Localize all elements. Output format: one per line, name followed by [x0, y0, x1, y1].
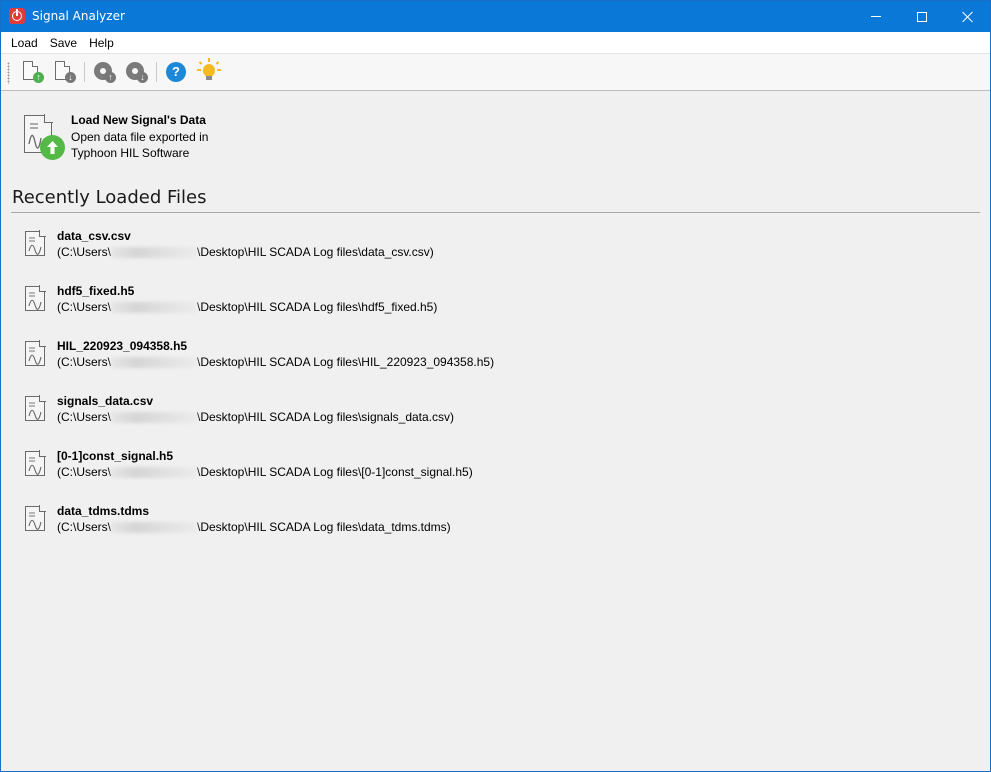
file-name: hdf5_fixed.h5: [57, 284, 135, 298]
load-new-signal-button[interactable]: Load New Signal's Data Open data file ex…: [21, 113, 251, 163]
window-title: Signal Analyzer: [32, 9, 125, 23]
save-settings-button[interactable]: ↓: [124, 60, 148, 84]
toolbar-separator: [156, 62, 157, 82]
redacted-username: [111, 302, 197, 313]
file-path-suffix: \Desktop\HIL SCADA Log files\data_csv.cs…: [197, 245, 434, 259]
file-path-prefix: (C:\Users\: [57, 245, 111, 259]
file-path: (C:\Users\ \Desktop\HIL SCADA Log files\…: [57, 520, 451, 534]
recent-file-item[interactable]: data_csv.csv (C:\Users\ \Desktop\HIL SCA…: [21, 229, 921, 284]
toolbar: ↑ ↓ ↑ ↓ ?: [1, 53, 990, 91]
file-path-prefix: (C:\Users\: [57, 410, 111, 424]
load-new-description: Open data file exported in Typhoon HIL S…: [71, 130, 209, 160]
maximize-icon: [917, 11, 927, 22]
file-path-suffix: \Desktop\HIL SCADA Log files\HIL_220923_…: [197, 355, 495, 369]
redacted-username: [111, 522, 197, 533]
menu-bar: Load Save Help: [1, 32, 990, 53]
recent-file-item[interactable]: data_tdms.tdms (C:\Users\ \Desktop\HIL S…: [21, 504, 921, 559]
file-path: (C:\Users\ \Desktop\HIL SCADA Log files\…: [57, 245, 434, 259]
file-path-suffix: \Desktop\HIL SCADA Log files\hdf5_fixed.…: [197, 300, 438, 314]
recent-file-item[interactable]: hdf5_fixed.h5 (C:\Users\ \Desktop\HIL SC…: [21, 284, 921, 339]
file-name: [0-1]const_signal.h5: [57, 449, 174, 463]
recent-file-item[interactable]: signals_data.csv (C:\Users\ \Desktop\HIL…: [21, 394, 921, 449]
close-icon: [962, 11, 974, 23]
menu-save[interactable]: Save: [44, 36, 83, 50]
load-settings-button[interactable]: ↑: [92, 60, 116, 84]
minimize-icon: [871, 16, 881, 17]
tip-button[interactable]: [197, 58, 221, 84]
redacted-username: [111, 412, 197, 423]
download-badge-icon: ↓: [137, 72, 148, 83]
document-upload-icon: [21, 113, 65, 161]
file-path-prefix: (C:\Users\: [57, 465, 111, 479]
signal-file-icon: [23, 395, 49, 424]
title-bar[interactable]: Signal Analyzer: [1, 1, 990, 32]
app-logo-icon: [9, 8, 25, 24]
recent-files-list: data_csv.csv (C:\Users\ \Desktop\HIL SCA…: [21, 229, 921, 559]
section-divider: [11, 212, 980, 213]
load-file-button[interactable]: ↑: [20, 60, 44, 84]
toolbar-grip[interactable]: [7, 62, 10, 84]
recent-file-item[interactable]: HIL_220923_094358.h5 (C:\Users\ \Desktop…: [21, 339, 921, 394]
file-path-suffix: \Desktop\HIL SCADA Log files\[0-1]const_…: [197, 465, 473, 479]
file-path-prefix: (C:\Users\: [57, 355, 111, 369]
signal-file-icon: [23, 505, 49, 534]
recent-files-heading: Recently Loaded Files: [12, 187, 207, 208]
redacted-username: [111, 467, 197, 478]
file-path: (C:\Users\ \Desktop\HIL SCADA Log files\…: [57, 410, 454, 424]
upload-badge-icon: ↑: [33, 72, 44, 83]
signal-file-icon: [23, 340, 49, 369]
menu-load[interactable]: Load: [5, 36, 44, 50]
help-icon: ?: [166, 62, 186, 82]
file-path-prefix: (C:\Users\: [57, 520, 111, 534]
file-path-prefix: (C:\Users\: [57, 300, 111, 314]
file-path: (C:\Users\ \Desktop\HIL SCADA Log files\…: [57, 355, 494, 369]
signal-file-icon: [23, 285, 49, 314]
load-new-title: Load New Signal's Data: [71, 113, 206, 127]
file-path-suffix: \Desktop\HIL SCADA Log files\signals_dat…: [197, 410, 455, 424]
file-name: data_tdms.tdms: [57, 504, 150, 518]
file-path: (C:\Users\ \Desktop\HIL SCADA Log files\…: [57, 465, 473, 479]
file-name: HIL_220923_094358.h5: [57, 339, 188, 353]
signal-file-icon: [23, 230, 49, 259]
maximize-button[interactable]: [899, 1, 945, 32]
upload-badge-icon: ↑: [105, 72, 116, 83]
signal-file-icon: [23, 450, 49, 479]
file-path-suffix: \Desktop\HIL SCADA Log files\data_tdms.t…: [197, 520, 451, 534]
menu-help[interactable]: Help: [83, 36, 120, 50]
redacted-username: [111, 247, 197, 258]
file-path: (C:\Users\ \Desktop\HIL SCADA Log files\…: [57, 300, 437, 314]
minimize-button[interactable]: [853, 1, 899, 32]
close-button[interactable]: [945, 1, 990, 32]
file-name: data_csv.csv: [57, 229, 131, 243]
recent-file-item[interactable]: [0-1]const_signal.h5 (C:\Users\ \Desktop…: [21, 449, 921, 504]
redacted-username: [111, 357, 197, 368]
main-content: Load New Signal's Data Open data file ex…: [1, 92, 990, 771]
download-badge-icon: ↓: [65, 72, 76, 83]
toolbar-separator: [84, 62, 85, 82]
app-window: Signal Analyzer Load Save Help ↑ ↓ ↑ ↓ ?…: [0, 0, 991, 772]
save-file-button[interactable]: ↓: [52, 60, 76, 84]
file-name: signals_data.csv: [57, 394, 154, 408]
help-button[interactable]: ?: [164, 60, 188, 84]
